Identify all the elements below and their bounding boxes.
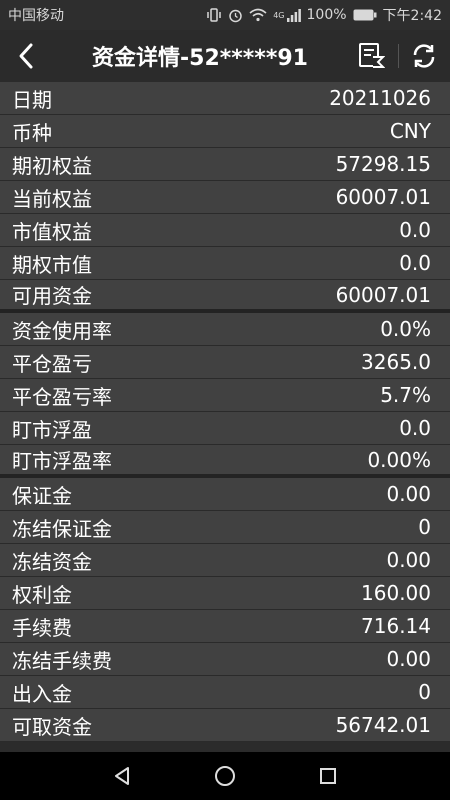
list-item: 保证金 0.00 [0, 478, 450, 511]
refresh-button[interactable] [407, 39, 441, 73]
list-item: 冻结资金 0.00 [0, 544, 450, 577]
list-item: 权利金 160.00 [0, 577, 450, 610]
row-label: 当前权益 [12, 186, 92, 211]
row-value: 0.00% [367, 447, 431, 472]
row-label: 可取资金 [12, 714, 92, 739]
row-value: 0.0 [399, 251, 431, 275]
list-item: 平仓盈亏 3265.0 [0, 346, 450, 379]
back-button[interactable] [8, 38, 44, 74]
list-item: 资金使用率 0.0% [0, 313, 450, 346]
row-label: 币种 [12, 120, 52, 145]
carrier-label: 中国移动 [8, 8, 64, 24]
list-item: 期权市值 0.0 [0, 247, 450, 280]
nav-recents-button[interactable] [308, 756, 348, 796]
statement-button[interactable] [354, 39, 388, 73]
row-value: 0.0% [380, 317, 431, 341]
row-label: 可用资金 [12, 284, 92, 308]
list-item: 期初权益 57298.15 [0, 148, 450, 181]
row-value: CNY [389, 119, 431, 143]
status-icons: 4G 100% 下午2:42 [206, 5, 442, 25]
row-value: 56742.01 [335, 713, 431, 737]
row-value: 0 [418, 680, 431, 704]
status-bar: 中国移动 4G 100% 下午2:42 [0, 0, 450, 30]
row-label: 日期 [12, 87, 52, 112]
row-value: 60007.01 [335, 282, 431, 307]
row-value: 0.00 [386, 647, 431, 671]
row-value: 0.0 [399, 416, 431, 440]
battery-icon [353, 9, 377, 21]
row-value: 20211026 [329, 86, 431, 110]
row-value: 716.14 [361, 614, 431, 638]
refresh-icon [413, 44, 435, 68]
list-item: 日期 20211026 [0, 82, 450, 115]
wifi-icon [249, 8, 267, 22]
row-label: 冻结手续费 [12, 648, 112, 673]
row-value: 3265.0 [361, 350, 431, 374]
row-value: 0.0 [399, 218, 431, 242]
header: 资金详情-52*****91 [0, 30, 450, 82]
row-label: 期初权益 [12, 153, 92, 178]
row-label: 盯市浮盈率 [12, 449, 112, 473]
page-title: 资金详情-52*****91 [92, 46, 308, 71]
row-label: 平仓盈亏 [12, 351, 92, 376]
row-value: 57298.15 [335, 152, 431, 176]
row-label: 冻结资金 [12, 549, 92, 574]
nav-home-button[interactable] [205, 756, 245, 796]
list-item: 平仓盈亏率 5.7% [0, 379, 450, 412]
list-item: 冻结保证金 0 [0, 511, 450, 544]
list-item: 冻结手续费 0.00 [0, 643, 450, 676]
row-label: 资金使用率 [12, 318, 112, 343]
signal-icon [286, 9, 301, 22]
fund-details-list: 日期 20211026 币种 CNY 期初权益 57298.15 当前权益 60007.… [0, 82, 450, 742]
row-label: 期权市值 [12, 252, 92, 277]
back-arrow-icon [19, 43, 33, 69]
row-label: 手续费 [12, 615, 72, 640]
row-value: 0 [418, 515, 431, 539]
row-label: 市值权益 [12, 219, 92, 244]
clock: 下午2:42 [382, 8, 442, 24]
battery-percent: 100% [306, 7, 347, 23]
square-recents-icon [320, 768, 337, 784]
circle-home-icon [214, 766, 235, 786]
row-label: 冻结保证金 [12, 516, 112, 541]
list-item: 市值权益 0.0 [0, 214, 450, 247]
triangle-back-icon [114, 767, 129, 785]
row-label: 出入金 [12, 681, 72, 706]
row-label: 保证金 [12, 483, 72, 508]
statement-icon [359, 43, 385, 68]
list-item: 手续费 716.14 [0, 610, 450, 643]
row-label: 权利金 [12, 582, 72, 607]
nav-back-button[interactable] [102, 756, 142, 796]
row-value: 160.00 [361, 581, 431, 605]
vibrate-icon [207, 8, 221, 22]
list-item: 当前权益 60007.01 [0, 181, 450, 214]
list-item: 可用资金 60007.01 [0, 280, 450, 313]
row-label: 盯市浮盈 [12, 417, 92, 442]
list-item: 盯市浮盈 0.0 [0, 412, 450, 445]
list-item: 盯市浮盈率 0.00% [0, 445, 450, 478]
list-item: 出入金 0 [0, 676, 450, 709]
list-item: 币种 CNY [0, 115, 450, 148]
row-label: 平仓盈亏率 [12, 384, 112, 409]
row-value: 5.7% [380, 383, 431, 407]
alarm-icon [229, 9, 242, 22]
header-divider [398, 44, 399, 68]
list-item: 可取资金 56742.01 [0, 709, 450, 742]
system-nav-bar [0, 752, 450, 800]
row-value: 60007.01 [335, 185, 431, 209]
signal-label: 4G [273, 10, 285, 20]
row-value: 0.00 [386, 548, 431, 572]
row-value: 0.00 [386, 482, 431, 506]
